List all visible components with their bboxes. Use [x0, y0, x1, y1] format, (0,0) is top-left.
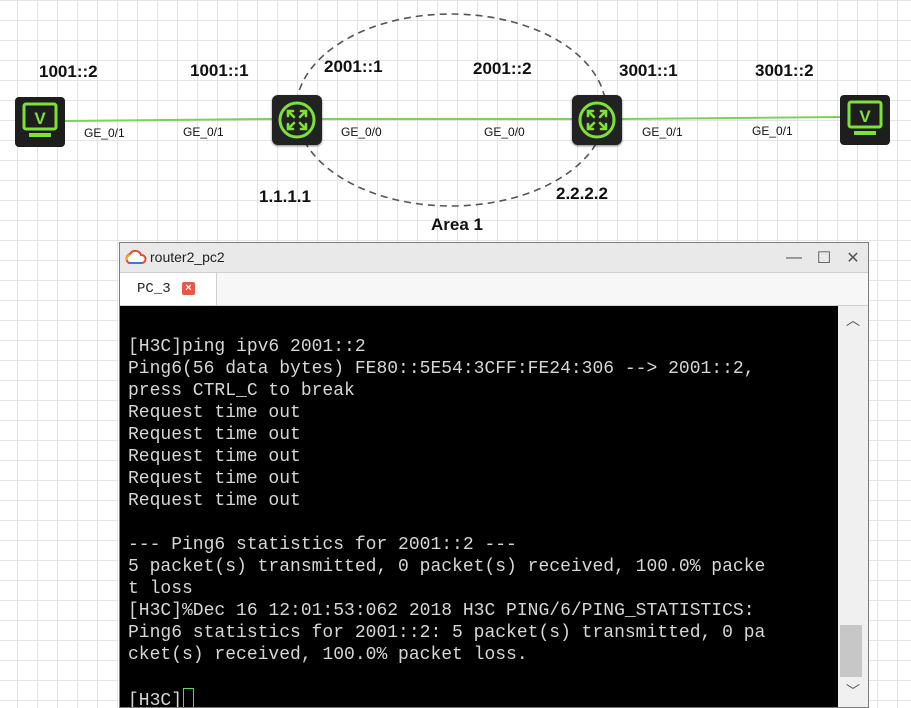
- address-label-pc-right: 3001::2: [755, 61, 814, 80]
- pc-right-node[interactable]: V: [840, 95, 890, 145]
- tab-pc3[interactable]: PC_3 ×: [120, 273, 217, 305]
- terminal-line: --- Ping6 statistics for 2001::2 ---: [128, 535, 517, 555]
- address-label-pc-left: 1001::2: [39, 62, 98, 81]
- maximize-button[interactable]: ☐: [809, 243, 839, 272]
- scrollbar-thumb[interactable]: [840, 625, 862, 677]
- terminal-line: Request time out: [128, 469, 301, 489]
- terminal-cursor: [183, 688, 195, 707]
- port-label-r2-left: GE_0/0: [484, 125, 525, 139]
- terminal-line: cket(s) received, 100.0% packet loss.: [128, 645, 528, 665]
- router-id-2: 2.2.2.2: [556, 184, 608, 203]
- link-r2-pc-right[interactable]: [621, 116, 841, 120]
- tab-label: PC_3: [137, 281, 171, 297]
- terminal-line: Ping6(56 data bytes) FE80::5E54:3CFF:FE2…: [128, 359, 755, 379]
- close-button[interactable]: ✕: [838, 243, 868, 272]
- window-title: router2_pc2: [150, 249, 225, 265]
- terminal-line: press CTRL_C to break: [128, 381, 355, 401]
- terminal-line: t loss: [128, 579, 193, 599]
- area-label: Area 1: [431, 215, 483, 234]
- scroll-down-icon[interactable]: ﹀: [838, 679, 868, 703]
- router-icon: [578, 101, 616, 139]
- router-2-node[interactable]: [572, 95, 622, 145]
- svg-text:V: V: [859, 107, 871, 126]
- vertical-scrollbar[interactable]: ︿ ﹀: [838, 306, 868, 707]
- address-label-r1-right: 2001::1: [324, 57, 383, 76]
- tab-close-icon[interactable]: ×: [182, 282, 195, 295]
- window-titlebar[interactable]: router2_pc2 — ☐ ✕: [120, 243, 868, 273]
- port-label-r1-left: GE_0/1: [183, 125, 224, 139]
- router-id-1: 1.1.1.1: [259, 187, 311, 206]
- terminal-line: [H3C]%Dec 16 12:01:53:062 2018 H3C PING/…: [128, 601, 755, 621]
- address-label-r1-left: 1001::1: [190, 61, 249, 80]
- terminal-line: Request time out: [128, 491, 301, 511]
- terminal-line: [H3C]ping ipv6 2001::2: [128, 337, 366, 357]
- terminal-text: [H3C]ping ipv6 2001::2 Ping6(56 data byt…: [128, 336, 765, 707]
- svg-text:V: V: [34, 109, 46, 128]
- terminal-line: 5 packet(s) transmitted, 0 packet(s) rec…: [128, 557, 766, 577]
- scroll-up-icon[interactable]: ︿: [838, 308, 868, 332]
- address-label-r2-left: 2001::2: [473, 59, 532, 78]
- pc-left-node[interactable]: V: [15, 97, 65, 147]
- terminal-line: Request time out: [128, 425, 301, 445]
- pc-monitor-icon: V: [22, 102, 58, 137]
- link-pc-left-r1[interactable]: [63, 118, 273, 122]
- pc-monitor-icon: V: [847, 100, 883, 135]
- terminal-output[interactable]: [H3C]ping ipv6 2001::2 Ping6(56 data byt…: [120, 306, 838, 707]
- port-label-r1-right: GE_0/0: [341, 125, 382, 139]
- terminal-line: Request time out: [128, 403, 301, 423]
- router-1-node[interactable]: [272, 95, 322, 145]
- terminal-line: Ping6 statistics for 2001::2: 5 packet(s…: [128, 623, 766, 643]
- terminal-window[interactable]: router2_pc2 — ☐ ✕ PC_3 × [H3C]ping ipv6 …: [119, 242, 869, 708]
- address-label-r2-right: 3001::1: [619, 61, 678, 80]
- minimize-button[interactable]: —: [779, 243, 809, 272]
- tab-bar: PC_3 ×: [120, 273, 868, 306]
- port-label-pc-right: GE_0/1: [752, 124, 793, 138]
- router-icon: [278, 101, 316, 139]
- terminal-prompt: [H3C]: [128, 691, 183, 707]
- port-label-r2-right: GE_0/1: [642, 125, 683, 139]
- cloud-icon: [125, 249, 147, 264]
- topology-canvas: [63, 13, 841, 207]
- terminal-line: Request time out: [128, 447, 301, 467]
- port-label-pc-left: GE_0/1: [84, 126, 125, 140]
- area-ellipse: [295, 13, 607, 207]
